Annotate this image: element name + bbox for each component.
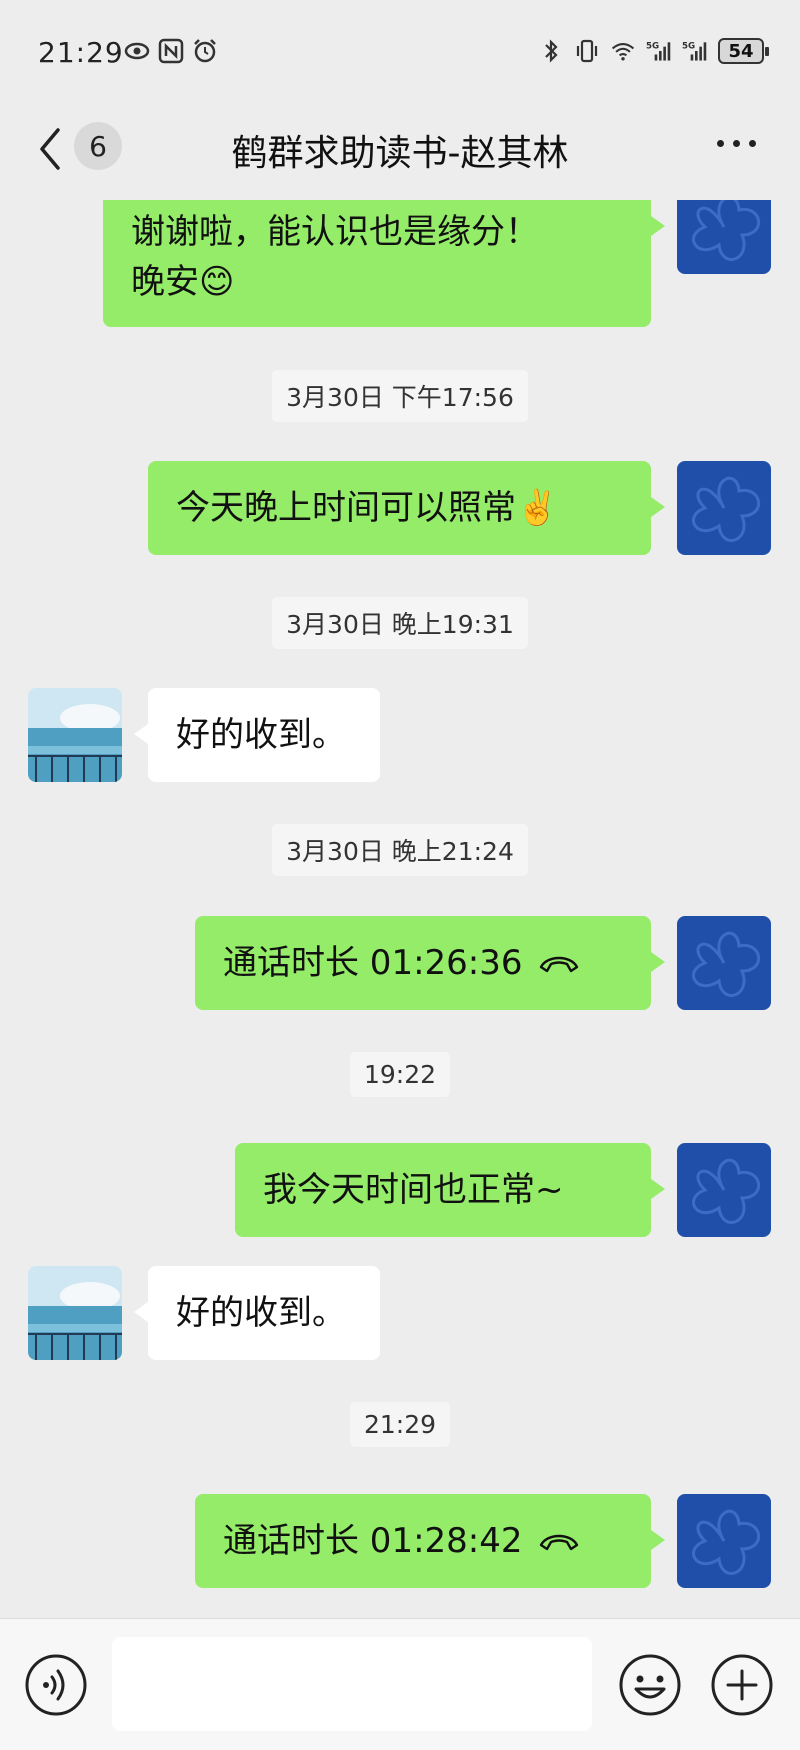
message-input[interactable] bbox=[112, 1637, 592, 1731]
svg-text:5G: 5G bbox=[682, 41, 695, 51]
battery-level: 54 bbox=[728, 40, 754, 62]
avatar-self[interactable] bbox=[677, 200, 771, 274]
status-bar: 21:29 5G 5G 54 bbox=[0, 0, 800, 104]
call-duration-text: 通话时长 01:28:42 bbox=[223, 1521, 523, 1561]
message-text: 今天晚上时间可以照常✌️ bbox=[176, 488, 559, 528]
timestamp: 3月30日 晚上19:31 bbox=[0, 597, 800, 649]
message-bubble-outgoing[interactable]: 我今天时间也正常~ bbox=[235, 1143, 665, 1237]
message-bubble-incoming[interactable]: 好的收到。 bbox=[134, 688, 380, 782]
phone-hangup-icon bbox=[539, 1534, 578, 1551]
chat-area[interactable]: 谢谢啦，能认识也是缘分！ 晚安😊 3月30日 下午17:56 今天晚上时间可以照… bbox=[0, 200, 800, 1618]
more-options-button[interactable] bbox=[717, 140, 756, 147]
voice-icon[interactable] bbox=[24, 1653, 88, 1717]
nfc-icon bbox=[158, 38, 184, 64]
input-bar bbox=[0, 1618, 800, 1750]
alarm-icon bbox=[194, 39, 216, 63]
flower-avatar-icon bbox=[692, 1158, 761, 1224]
svg-text:5G: 5G bbox=[646, 41, 659, 51]
emoji-icon[interactable] bbox=[618, 1653, 682, 1717]
vibrate-icon bbox=[576, 39, 598, 63]
sea-landscape-avatar-icon bbox=[28, 1266, 122, 1360]
phone-hangup-icon bbox=[539, 956, 578, 973]
message-bubble-outgoing[interactable]: 谢谢啦，能认识也是缘分！ 晚安😊 bbox=[103, 200, 665, 327]
call-duration-text: 通话时长 01:26:36 bbox=[223, 943, 523, 983]
avatar-self[interactable] bbox=[677, 1143, 771, 1237]
dot-icon bbox=[749, 140, 756, 147]
plus-icon[interactable] bbox=[710, 1653, 774, 1717]
signal-5g-icon: 5G bbox=[682, 41, 707, 61]
message-text: 晚安😊 bbox=[131, 262, 235, 302]
avatar-other[interactable] bbox=[28, 688, 122, 782]
flower-avatar-icon bbox=[692, 931, 761, 997]
avatar-self[interactable] bbox=[677, 916, 771, 1010]
flower-avatar-icon bbox=[692, 476, 761, 542]
status-time: 21:29 bbox=[38, 36, 124, 69]
eye-icon bbox=[124, 42, 150, 60]
timestamp-text: 3月30日 下午17:56 bbox=[272, 370, 528, 422]
flower-avatar-icon bbox=[692, 200, 761, 261]
message-bubble-outgoing[interactable]: 今天晚上时间可以照常✌️ bbox=[148, 461, 665, 555]
bluetooth-icon bbox=[545, 39, 558, 63]
message-text: 我今天时间也正常~ bbox=[263, 1170, 564, 1210]
call-record-bubble[interactable]: 通话时长 01:28:42 bbox=[195, 1494, 665, 1588]
avatar-other[interactable] bbox=[28, 1266, 122, 1360]
dot-icon bbox=[733, 140, 740, 147]
avatar-self[interactable] bbox=[677, 461, 771, 555]
message-text: 好的收到。 bbox=[176, 1293, 346, 1333]
chat-title: 鹤群求助读书-赵其林 bbox=[231, 133, 569, 174]
timestamp: 3月30日 下午17:56 bbox=[0, 370, 800, 422]
timestamp-text: 19:22 bbox=[349, 1052, 451, 1097]
flower-avatar-icon bbox=[692, 1509, 761, 1575]
timestamp-text: 3月30日 晚上19:31 bbox=[272, 597, 528, 649]
timestamp-text: 21:29 bbox=[349, 1402, 451, 1447]
message-text: 谢谢啦，能认识也是缘分！ bbox=[131, 212, 539, 252]
call-record-bubble[interactable]: 通话时长 01:26:36 bbox=[195, 916, 665, 1010]
message-bubble-incoming[interactable]: 好的收到。 bbox=[134, 1266, 380, 1360]
wifi-icon bbox=[611, 43, 635, 61]
timestamp: 19:22 bbox=[0, 1052, 800, 1097]
timestamp: 3月30日 晚上21:24 bbox=[0, 824, 800, 876]
dot-icon bbox=[717, 140, 724, 147]
battery-icon: 54 bbox=[718, 38, 769, 64]
signal-5g-icon: 5G bbox=[646, 41, 671, 61]
avatar-self[interactable] bbox=[677, 1494, 771, 1588]
sea-landscape-avatar-icon bbox=[28, 688, 122, 782]
timestamp: 21:29 bbox=[0, 1402, 800, 1447]
message-text: 好的收到。 bbox=[176, 715, 346, 755]
timestamp-text: 3月30日 晚上21:24 bbox=[272, 824, 528, 876]
